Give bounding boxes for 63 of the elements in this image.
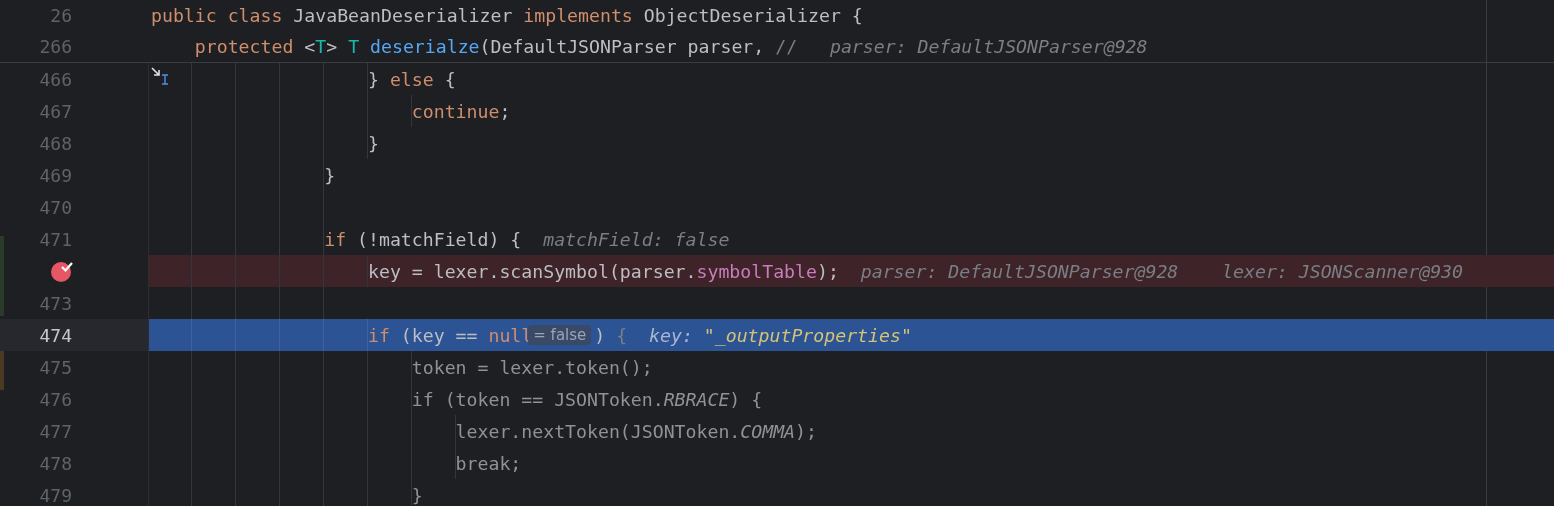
code-token: continue [411, 100, 500, 122]
code-token: { [443, 68, 456, 90]
code-token: public class [151, 5, 284, 26]
line-number: 468 [38, 132, 72, 154]
code-token: if [411, 388, 434, 410]
line-number: 476 [38, 388, 72, 410]
code-token: ) { [729, 388, 763, 410]
line-number: 266 [38, 36, 72, 57]
line-number: 466 [38, 68, 72, 90]
line-number: 469 [38, 164, 72, 186]
code-token: break [455, 452, 511, 474]
code-token: lexer.nextToken(JSONToken. [455, 420, 741, 442]
code-token: { [616, 324, 628, 346]
code-token: } [324, 164, 336, 186]
line-number: 467 [38, 100, 72, 122]
code-token: ); [795, 420, 817, 442]
code-token: } [368, 68, 380, 90]
code-token: > [326, 36, 339, 57]
code-token: RBRACE [663, 388, 730, 410]
code-token: ; [510, 452, 522, 474]
line-number: 478 [38, 452, 72, 474]
code-token: ObjectDeserializer { [643, 5, 863, 26]
line-number: 471 [38, 228, 72, 250]
change-marker [0, 350, 4, 390]
code-token: ) [594, 324, 607, 346]
code-token: COMMA [740, 420, 796, 442]
code-token: if [368, 324, 390, 346]
code-token: if [324, 228, 347, 250]
code-token: (key == [399, 324, 479, 346]
code-token: symbolTable [696, 260, 817, 282]
code-token: ); [816, 260, 839, 282]
code-token: (token == JSONToken. [443, 388, 664, 410]
code-token: T [315, 36, 327, 57]
code-token: < [304, 36, 316, 57]
line-number: 473 [38, 292, 72, 314]
inline-value-hint: key: [648, 324, 694, 346]
code-token: token = lexer.token(); [411, 356, 653, 378]
code-token: (DefaultJSONParser parser, [479, 36, 766, 57]
breakpoint-icon[interactable] [50, 259, 74, 283]
code-token: key = lexer.scanSymbol(parser. [368, 260, 697, 282]
code-token: else [389, 68, 434, 90]
inline-value-hint: "_outputProperties" [703, 324, 912, 346]
code-token: } [368, 132, 379, 154]
line-number: 474 [38, 324, 72, 346]
code-token: protected [193, 36, 295, 57]
code-token: deserialze [370, 36, 480, 57]
code-token: ; [499, 100, 511, 122]
code-comment: // [775, 36, 798, 57]
cursor-icon [151, 67, 171, 85]
line-number: 475 [38, 356, 72, 378]
code-token: implements [523, 5, 634, 26]
code-token: (!matchField) { [356, 228, 522, 250]
inline-value-hint: parser: DefaultJSONParser@928 [828, 36, 1148, 57]
code-token: JavaBeanDeserializer [293, 5, 514, 26]
code-token: T [348, 36, 361, 57]
code-token: } [411, 484, 423, 506]
inline-value-hint: parser: DefaultJSONParser@928 lexer: JSONScanner@930 [859, 260, 1463, 282]
inline-value-hint: matchField: false [542, 228, 730, 250]
line-number: 477 [38, 420, 72, 442]
line-number: 479 [38, 484, 72, 506]
line-number: 26 [49, 5, 72, 26]
inline-value-chip: = false [528, 325, 592, 345]
line-number: 470 [38, 196, 72, 218]
